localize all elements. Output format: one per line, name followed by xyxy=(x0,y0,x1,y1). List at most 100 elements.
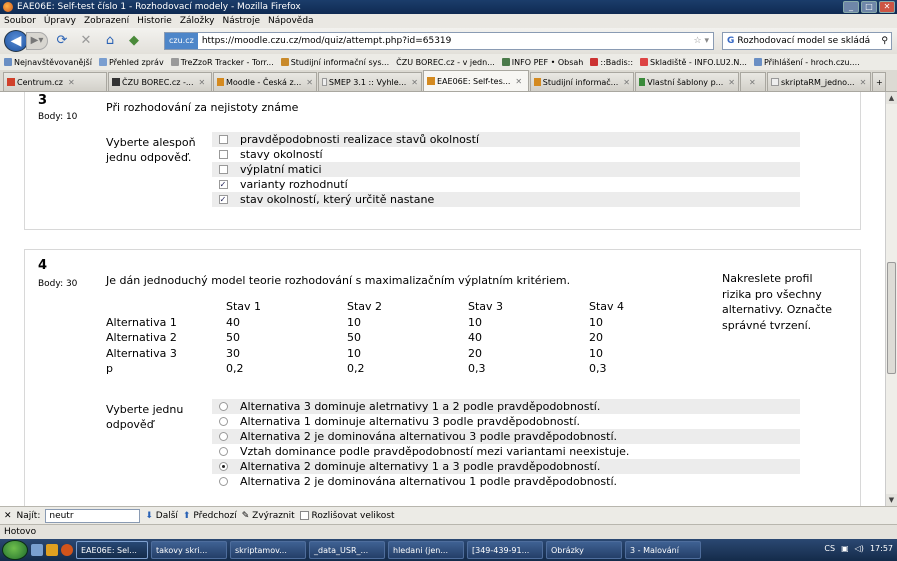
radio-button[interactable] xyxy=(218,432,228,441)
search-input[interactable]: Rozhodovací model se skládá xyxy=(737,36,881,46)
menu-file[interactable]: Soubor xyxy=(4,16,36,26)
language-indicator[interactable]: CS xyxy=(824,544,835,553)
close-tab-icon[interactable]: ✕ xyxy=(515,77,522,86)
tab[interactable]: ✕ xyxy=(740,72,766,91)
checkbox-option[interactable]: ✓ varianty rozhodnutí xyxy=(212,177,800,192)
bookmark-item[interactable]: Studijní informační sys... xyxy=(280,58,389,67)
radio-button[interactable] xyxy=(218,477,228,486)
extension-icon[interactable]: ◆ xyxy=(124,32,144,50)
minimize-button[interactable]: _ xyxy=(843,1,859,13)
taskbar-item[interactable]: _data_USR_... xyxy=(309,541,385,559)
checkbox-option[interactable]: pravděpodobnosti realizace stavů okolnos… xyxy=(212,132,800,147)
tab[interactable]: Moodle - Česká z... ✕ xyxy=(213,72,317,91)
radio-option[interactable]: Alternativa 3 dominuje aletrnativy 1 a 2… xyxy=(212,399,800,414)
taskbar-item[interactable]: EAE06E: Sel... xyxy=(76,541,148,559)
radio-option[interactable]: Alternativa 1 dominuje alternativu 3 pod… xyxy=(212,414,800,429)
reload-icon[interactable]: ⟳ xyxy=(52,32,72,50)
tab[interactable]: Studijní informač... ✕ xyxy=(530,72,634,91)
tab[interactable]: skriptaRM_jedno... ✕ xyxy=(767,72,871,91)
radio-button-selected[interactable] xyxy=(218,462,228,471)
taskbar-item[interactable]: takovy skri... xyxy=(151,541,227,559)
checkbox[interactable] xyxy=(218,165,228,174)
tab[interactable]: ČZU BOREC.cz -... ✕ xyxy=(108,72,212,91)
close-tab-icon[interactable]: ✕ xyxy=(623,78,630,87)
bookmark-item[interactable]: TreZzoR Tracker - Torr... xyxy=(170,58,274,67)
close-tab-icon[interactable]: ✕ xyxy=(306,78,313,87)
bookmark-item[interactable]: Nejnavštěvovanější xyxy=(4,58,92,67)
scroll-up-icon[interactable]: ▲ xyxy=(886,92,897,104)
quicklaunch-firefox-icon[interactable] xyxy=(61,544,73,556)
scroll-down-icon[interactable]: ▼ xyxy=(886,494,897,506)
match-case-option[interactable]: Rozlišovat velikost xyxy=(299,510,395,521)
taskbar-item[interactable]: [349-439-91... xyxy=(467,541,543,559)
radio-option[interactable]: Alternativa 2 je dominována alternativou… xyxy=(212,474,800,489)
tab[interactable]: SMEP 3.1 :: Vyhle... ✕ xyxy=(318,72,422,91)
google-icon[interactable]: G xyxy=(727,36,734,46)
tab[interactable]: Vlastní šablony p... ✕ xyxy=(635,72,739,91)
bookmark-item[interactable]: INFO PEF • Obsah xyxy=(501,58,583,67)
bookmark-star-icon[interactable]: ☆ ▾ xyxy=(694,36,713,46)
checkbox-checked[interactable]: ✓ xyxy=(218,195,228,204)
radio-option[interactable]: Vztah dominance podle pravděpodobností m… xyxy=(212,444,800,459)
radio-option[interactable]: Alternativa 2 dominuje alternativy 1 a 3… xyxy=(212,459,800,474)
close-findbar-icon[interactable]: ✕ xyxy=(4,511,12,521)
tab[interactable]: Centrum.cz ✕ xyxy=(3,72,107,91)
new-tab-button[interactable]: + xyxy=(872,72,886,91)
search-box[interactable]: G Rozhodovací model se skládá ⚲ xyxy=(722,32,892,50)
bookmark-item[interactable]: Přehled zpráv xyxy=(98,58,164,67)
taskbar-item[interactable]: skriptamov... xyxy=(230,541,306,559)
menu-view[interactable]: Zobrazení xyxy=(84,16,129,26)
checkbox-option[interactable]: výplatní matici xyxy=(212,162,800,177)
taskbar-item[interactable]: hledani (jen... xyxy=(388,541,464,559)
tab-active[interactable]: EAE06E: Self-tes... ✕ xyxy=(423,70,529,91)
radio-button[interactable] xyxy=(218,402,228,411)
close-button[interactable]: ✕ xyxy=(879,1,895,13)
menu-history[interactable]: Historie xyxy=(137,16,172,26)
vertical-scrollbar[interactable]: ▲ ▼ xyxy=(885,92,897,506)
taskbar-item[interactable]: 3 - Malování xyxy=(625,541,701,559)
maximize-button[interactable]: □ xyxy=(861,1,877,13)
highlight-button[interactable]: ✎ Zvýraznit xyxy=(242,511,295,521)
menu-edit[interactable]: Úpravy xyxy=(44,16,76,26)
clock[interactable]: 17:57 xyxy=(870,544,893,553)
checkbox[interactable] xyxy=(218,135,228,144)
close-tab-icon[interactable]: ✕ xyxy=(68,78,75,87)
close-tab-icon[interactable]: ✕ xyxy=(860,78,867,87)
volume-icon[interactable]: ◁) xyxy=(855,544,864,553)
forward-button[interactable]: ▶▾ xyxy=(26,32,48,50)
bookmark-item[interactable]: Přihlášení - hroch.czu.... xyxy=(753,58,860,67)
site-identity-badge[interactable]: czu.cz xyxy=(165,33,198,49)
quicklaunch-desktop-icon[interactable] xyxy=(31,544,43,556)
stop-icon[interactable]: ✕ xyxy=(76,32,96,50)
close-tab-icon[interactable]: ✕ xyxy=(411,78,418,87)
start-button[interactable] xyxy=(2,540,28,560)
close-tab-icon[interactable]: ✕ xyxy=(728,78,735,87)
menu-bookmarks[interactable]: Záložky xyxy=(180,16,215,26)
match-case-checkbox[interactable] xyxy=(299,510,309,520)
address-bar[interactable]: czu.cz https://moodle.czu.cz/mod/quiz/at… xyxy=(164,32,714,50)
checkbox-option[interactable]: ✓ stav okolností, který určitě nastane xyxy=(212,192,800,207)
bookmark-item[interactable]: Skladiště - INFO.LU2.N... xyxy=(640,58,747,67)
network-icon[interactable]: ▣ xyxy=(841,544,849,553)
find-input[interactable] xyxy=(45,508,141,523)
checkbox-option[interactable]: stavy okolností xyxy=(212,147,800,162)
bookmark-item[interactable]: ČZU BOREC.cz - v jedn... xyxy=(396,58,495,67)
search-icon[interactable]: ⚲ xyxy=(881,36,891,46)
quicklaunch-explorer-icon[interactable] xyxy=(46,544,58,556)
radio-option[interactable]: Alternativa 2 je dominována alternativou… xyxy=(212,429,800,444)
checkbox[interactable] xyxy=(218,150,228,159)
scrollbar-thumb[interactable] xyxy=(887,262,896,374)
menu-help[interactable]: Nápověda xyxy=(268,16,314,26)
back-button[interactable]: ◀ xyxy=(4,30,28,52)
close-tab-icon[interactable]: ✕ xyxy=(199,78,206,87)
checkbox-checked[interactable]: ✓ xyxy=(218,180,228,189)
close-tab-icon[interactable]: ✕ xyxy=(749,78,756,87)
find-previous-button[interactable]: ⬆ Předchozí xyxy=(183,511,237,521)
home-icon[interactable]: ⌂ xyxy=(100,32,120,50)
taskbar-item[interactable]: Obrázky xyxy=(546,541,622,559)
radio-button[interactable] xyxy=(218,447,228,456)
radio-button[interactable] xyxy=(218,417,228,426)
find-next-button[interactable]: ⬇ Další xyxy=(145,511,178,521)
bookmark-item[interactable]: ::Badis:: xyxy=(590,58,633,67)
url-text[interactable]: https://moodle.czu.cz/mod/quiz/attempt.p… xyxy=(198,36,694,46)
